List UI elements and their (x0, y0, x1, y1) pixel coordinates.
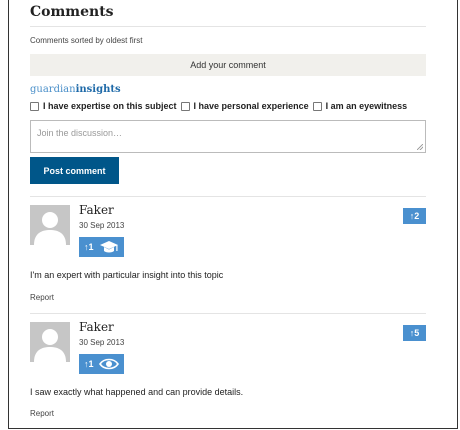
sort-order-text: Comments sorted by oldest first (30, 36, 143, 45)
comments-heading: Comments (30, 4, 114, 20)
divider (30, 196, 426, 197)
recommend-button[interactable]: ↑2 (403, 208, 426, 224)
default-avatar-icon (30, 322, 70, 362)
eyewitness-checkbox-label: I am an eyewitness (325, 101, 408, 111)
report-link[interactable]: Report (30, 293, 54, 302)
comment-date[interactable]: 30 Sep 2013 (79, 338, 124, 347)
comment-text: I saw exactly what happened and can prov… (30, 387, 244, 397)
comment-text: I'm an expert with particular insight in… (30, 270, 224, 280)
comment-placeholder: Join the discussion… (37, 128, 123, 138)
insight-badge[interactable]: ↑1 (79, 237, 124, 257)
divider (30, 26, 426, 27)
graduation-cap-icon (99, 241, 118, 253)
experience-checkbox[interactable] (180, 101, 190, 111)
report-link[interactable]: Report (30, 409, 54, 418)
post-comment-button[interactable]: Post comment (30, 157, 119, 184)
default-avatar-icon (30, 205, 70, 245)
resize-handle-icon[interactable] (417, 144, 423, 150)
eye-icon (98, 358, 119, 370)
add-comment-button[interactable]: Add your comment (30, 54, 426, 76)
guardian-insights-logo: guardianinsights (30, 84, 121, 95)
badge-count: ↑1 (84, 242, 94, 252)
brand-part-2: insights (75, 84, 121, 95)
comments-panel: Comments Comments sorted by oldest first… (8, 0, 458, 429)
comment-textarea[interactable]: Join the discussion… (30, 120, 426, 153)
avatar[interactable] (30, 205, 70, 245)
experience-checkbox-label: I have personal experience (193, 101, 309, 111)
comment-author[interactable]: Faker (79, 320, 114, 334)
brand-part-1: guardian (30, 84, 76, 95)
experience-checkbox-option[interactable]: I have personal experience (180, 101, 309, 111)
expertise-checkbox-option[interactable]: I have expertise on this subject (30, 101, 177, 111)
avatar[interactable] (30, 322, 70, 362)
eyewitness-checkbox-option[interactable]: I am an eyewitness (312, 101, 408, 111)
expertise-checkbox-label: I have expertise on this subject (43, 101, 177, 111)
expertise-checkbox[interactable] (30, 101, 39, 111)
comment-author[interactable]: Faker (79, 203, 114, 217)
divider (30, 313, 426, 314)
eyewitness-checkbox[interactable] (312, 101, 322, 111)
comment-date[interactable]: 30 Sep 2013 (79, 221, 124, 230)
insight-badge[interactable]: ↑1 (79, 354, 124, 374)
recommend-button[interactable]: ↑5 (403, 325, 426, 341)
badge-count: ↑1 (84, 359, 94, 369)
insight-options: I have expertise on this subject I have … (30, 101, 430, 111)
